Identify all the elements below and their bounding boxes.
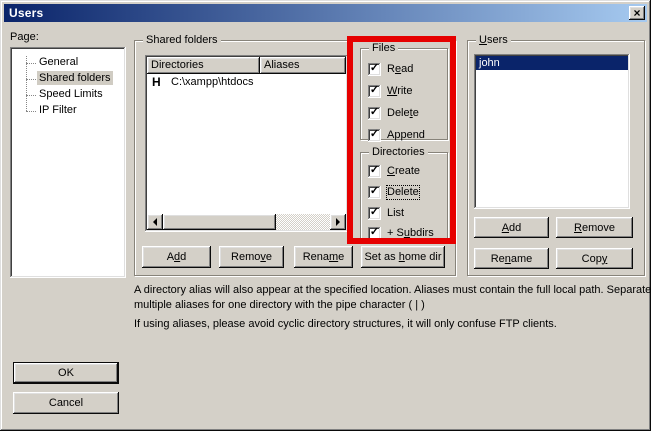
page-item-speed-limits[interactable]: Speed Limits bbox=[37, 87, 105, 103]
checkmark-icon: ✓ bbox=[370, 186, 379, 197]
folder-remove-button[interactable]: Remove bbox=[219, 246, 284, 268]
title-bar[interactable]: Users × bbox=[4, 4, 647, 22]
user-rename-button[interactable]: Rename bbox=[474, 248, 549, 269]
tree-connector-lines bbox=[26, 56, 27, 111]
create-checkbox[interactable]: ✓ bbox=[368, 165, 381, 178]
scroll-left-button[interactable] bbox=[147, 214, 163, 230]
write-checkbox-label: Write bbox=[387, 85, 412, 98]
checkmark-icon: ✓ bbox=[370, 63, 379, 74]
directory-row[interactable]: H C:\xampp\htdocs bbox=[147, 75, 346, 89]
subdirs-checkbox-label: + Subdirs bbox=[387, 227, 434, 240]
list-checkbox[interactable]: ✓ bbox=[368, 207, 381, 220]
users-group: Users john Add Remove Rename Copy bbox=[467, 40, 645, 276]
create-checkbox-label: Create bbox=[387, 165, 420, 178]
files-group-label: Files bbox=[369, 42, 398, 55]
append-checkbox-label: Append bbox=[387, 129, 425, 142]
checkmark-icon: ✓ bbox=[370, 129, 379, 140]
user-item-john[interactable]: john bbox=[476, 56, 628, 70]
checkbox-row-dir-delete[interactable]: ✓ Delete bbox=[368, 185, 419, 199]
list-checkbox-label: List bbox=[387, 207, 404, 220]
listview-header: Directories Aliases bbox=[147, 57, 346, 74]
subdirs-checkbox[interactable]: ✓ bbox=[368, 227, 381, 240]
ok-button[interactable]: OK bbox=[13, 362, 119, 384]
read-checkbox-label: Read bbox=[387, 63, 413, 76]
page-item-ip-filter[interactable]: IP Filter bbox=[37, 103, 79, 119]
checkbox-row-read[interactable]: ✓ Read bbox=[368, 62, 413, 76]
scrollbar-thumb[interactable] bbox=[163, 214, 276, 230]
users-group-label: Users bbox=[476, 34, 511, 47]
checkbox-row-subdirs[interactable]: ✓ + Subdirs bbox=[368, 226, 434, 240]
directories-group-label: Directories bbox=[369, 146, 428, 159]
read-checkbox[interactable]: ✓ bbox=[368, 63, 381, 76]
cyclic-warning-text: If using aliases, please avoid cyclic di… bbox=[134, 317, 651, 332]
checkbox-row-list[interactable]: ✓ List bbox=[368, 206, 404, 220]
write-checkbox[interactable]: ✓ bbox=[368, 85, 381, 98]
close-icon: × bbox=[633, 7, 640, 19]
users-dialog-window: Users × Page: General Shared folders Spe… bbox=[0, 0, 651, 431]
checkbox-row-create[interactable]: ✓ Create bbox=[368, 164, 420, 178]
cancel-button[interactable]: Cancel bbox=[13, 392, 119, 414]
dir-delete-checkbox[interactable]: ✓ bbox=[368, 186, 381, 199]
shared-folders-group-label: Shared folders bbox=[143, 34, 221, 47]
column-header-aliases[interactable]: Aliases bbox=[260, 57, 346, 74]
page-label: Page: bbox=[10, 31, 39, 43]
checkmark-icon: ✓ bbox=[370, 207, 379, 218]
right-arrow-icon bbox=[336, 218, 344, 226]
scroll-right-button[interactable] bbox=[330, 214, 346, 230]
user-copy-button[interactable]: Copy bbox=[556, 248, 633, 269]
append-checkbox[interactable]: ✓ bbox=[368, 129, 381, 142]
left-arrow-icon bbox=[149, 218, 157, 226]
checkmark-icon: ✓ bbox=[370, 85, 379, 96]
folder-rename-button[interactable]: Rename bbox=[294, 246, 353, 268]
checkmark-icon: ✓ bbox=[370, 227, 379, 238]
checkmark-icon: ✓ bbox=[370, 107, 379, 118]
checkbox-row-write[interactable]: ✓ Write bbox=[368, 84, 412, 98]
user-add-button[interactable]: Add bbox=[474, 217, 549, 238]
directories-permissions-group: Directories ✓ Create ✓ Delete ✓ List ✓ +… bbox=[360, 152, 448, 240]
home-directory-marker: H bbox=[152, 75, 161, 89]
horizontal-scrollbar[interactable] bbox=[147, 214, 346, 230]
checkbox-row-file-delete[interactable]: ✓ Delete bbox=[368, 106, 419, 120]
user-remove-button[interactable]: Remove bbox=[556, 217, 633, 238]
file-delete-checkbox-label: Delete bbox=[387, 107, 419, 120]
file-delete-checkbox[interactable]: ✓ bbox=[368, 107, 381, 120]
directory-path: C:\xampp\htdocs bbox=[171, 75, 254, 89]
close-button[interactable]: × bbox=[629, 6, 645, 20]
users-list[interactable]: john bbox=[474, 54, 630, 209]
checkmark-icon: ✓ bbox=[370, 165, 379, 176]
set-as-home-dir-button[interactable]: Set as home dir bbox=[361, 246, 445, 268]
page-item-shared-folders[interactable]: Shared folders bbox=[37, 71, 113, 87]
page-item-general[interactable]: General bbox=[37, 55, 80, 71]
dir-delete-checkbox-label: Delete bbox=[387, 186, 419, 199]
column-header-directories[interactable]: Directories bbox=[147, 57, 260, 74]
folder-add-button[interactable]: Add bbox=[142, 246, 211, 268]
window-title: Users bbox=[9, 6, 43, 20]
checkbox-row-append[interactable]: ✓ Append bbox=[368, 128, 425, 142]
files-permissions-group: Files ✓ Read ✓ Write ✓ Delete ✓ Append bbox=[360, 48, 448, 140]
alias-help-text: A directory alias will also appear at th… bbox=[134, 283, 651, 313]
directories-listview[interactable]: Directories Aliases H C:\xampp\htdocs bbox=[145, 55, 348, 232]
page-list[interactable]: General Shared folders Speed Limits IP F… bbox=[10, 47, 126, 278]
